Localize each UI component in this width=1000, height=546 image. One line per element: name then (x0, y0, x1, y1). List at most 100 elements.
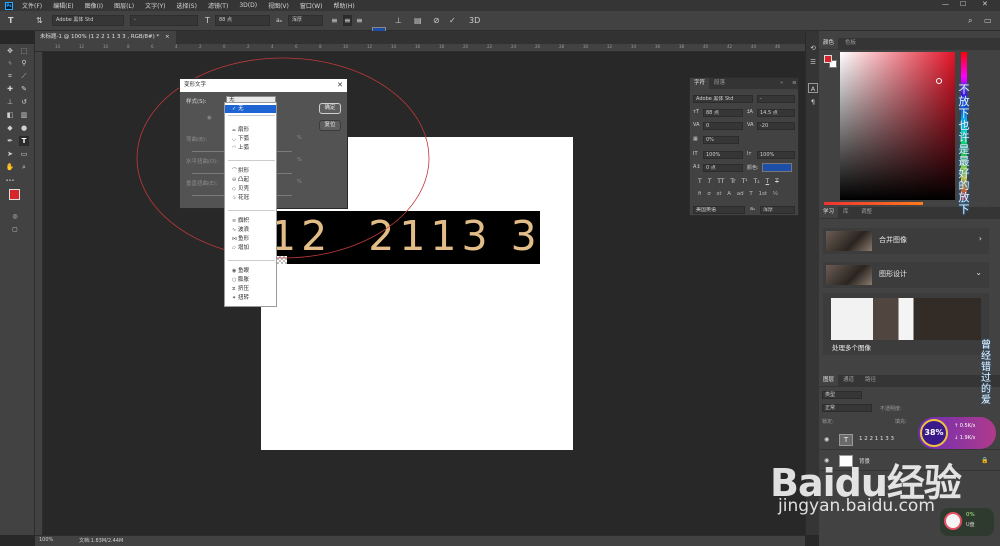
font-family-field[interactable]: Adobe 黑体 Std (693, 95, 753, 103)
vertical-scale-field[interactable]: 100% (703, 151, 743, 159)
brush-tool-icon[interactable]: ✎ (19, 84, 29, 94)
close-window-button[interactable]: ✕ (982, 0, 988, 8)
learn-card-graphic-design[interactable]: 图形设计 ⌄ (823, 262, 989, 288)
3d-icon[interactable]: 3D (469, 15, 480, 26)
blur-tool-icon[interactable]: ◆ (5, 123, 15, 133)
menu-image[interactable]: 图像(I) (85, 1, 103, 10)
learn-card-merge-images[interactable]: 合并图像 › (823, 228, 989, 254)
baseline-field[interactable]: 0 点 (703, 164, 743, 172)
warp-text-icon[interactable]: ⊥ (395, 15, 402, 26)
maximize-button[interactable]: ☐ (960, 0, 966, 8)
kerning-field[interactable]: 0 (703, 122, 743, 130)
close-tab-icon[interactable]: × (165, 34, 170, 40)
menu-view[interactable]: 视图(V) (268, 1, 289, 10)
align-left-icon[interactable]: ≡ (331, 15, 338, 26)
tab-channels[interactable]: 通道 (839, 375, 858, 386)
style-option-fish[interactable]: ⋈鱼形 (225, 235, 276, 243)
style-option-arc[interactable]: ⌓ 扇形 (225, 126, 276, 134)
network-speed-widget[interactable]: 38% ↑ 0.5K/s ↓ 1.9K/s (918, 417, 996, 449)
language-select[interactable]: 美国英语 (693, 206, 745, 214)
font-size-select[interactable]: 88 点 (215, 15, 270, 26)
font-style-field[interactable]: - (757, 95, 795, 103)
style-option-rise[interactable]: ▱ 增加 (225, 244, 276, 252)
foreground-color-swatch[interactable] (9, 189, 20, 200)
style-option-arch[interactable]: ⌒拱形 (225, 167, 276, 175)
gradient-tool-icon[interactable]: ▥ (19, 110, 29, 120)
collapse-icon[interactable]: » (776, 78, 787, 89)
menu-3d[interactable]: 3D(D) (239, 2, 257, 9)
style-option-bulge[interactable]: ⊖ 凸起 (225, 176, 276, 184)
menu-filter[interactable]: 滤镜(T) (208, 1, 228, 10)
horizontal-scale-field[interactable]: 100% (757, 151, 795, 159)
foreground-color-chip[interactable] (824, 55, 832, 63)
tsume-field[interactable]: 0% (703, 136, 739, 144)
eyedropper-tool-icon[interactable]: ⟋ (19, 71, 29, 81)
tab-libraries[interactable]: 库 (839, 207, 853, 218)
close-icon[interactable]: ✕ (337, 79, 343, 92)
workspace-icon[interactable]: ▭ (984, 15, 992, 26)
healing-brush-tool-icon[interactable]: ✚ (5, 84, 15, 94)
eye-icon[interactable]: ◉ (824, 436, 829, 443)
move-tool-icon[interactable]: ✥ (5, 46, 15, 56)
tab-paragraph[interactable]: 段落 (710, 78, 729, 89)
style-option-fisheye[interactable]: ◉ 鱼眼 (225, 267, 276, 275)
font-size-field[interactable]: 88 点 (703, 109, 743, 117)
font-style-select[interactable]: - (130, 15, 198, 26)
menu-type[interactable]: 文字(Y) (145, 1, 165, 10)
style-option-twist[interactable]: ✦ 扭转 (225, 294, 276, 302)
menu-help[interactable]: 帮助(H) (334, 1, 355, 10)
character-color-swatch[interactable] (762, 163, 792, 172)
cancel-icon[interactable]: ⊘ (433, 15, 440, 26)
search-icon[interactable]: ⌕ (968, 15, 972, 26)
faux-styles-row[interactable]: T T TT Tr T¹ T₁ T T (698, 178, 796, 185)
style-option-wave[interactable]: ∿ 波浪 (225, 226, 276, 234)
antialias-field[interactable]: 浑厚 (760, 206, 795, 214)
tab-color[interactable]: 颜色 (819, 38, 839, 49)
antialias-select[interactable]: 浑厚 (288, 15, 323, 26)
history-brush-tool-icon[interactable]: ↺ (19, 97, 29, 107)
type-tool-icon[interactable]: T (19, 136, 29, 146)
stamp-tool-icon[interactable]: ⊥ (5, 97, 15, 107)
menu-file[interactable]: 文件(F) (22, 1, 42, 10)
tab-layers[interactable]: 图层 (819, 375, 839, 386)
commit-check-icon[interactable]: ✓ (449, 15, 456, 26)
color-field[interactable] (840, 52, 955, 200)
paragraph-icon[interactable]: ¶ (808, 97, 818, 107)
tracking-field[interactable]: -20 (757, 122, 795, 130)
character-icon[interactable]: A (808, 83, 818, 93)
eraser-tool-icon[interactable]: ◧ (5, 110, 15, 120)
zoom-tool-icon[interactable]: ⌕ (19, 162, 29, 172)
style-option-squeeze[interactable]: ⧖ 挤压 (225, 285, 276, 293)
rectangle-tool-icon[interactable]: ▭ (19, 149, 29, 159)
text-orientation-icon[interactable]: ⇅ (36, 15, 43, 26)
learn-card-multiple-images[interactable]: 处理多个图像 (823, 293, 989, 355)
menu-edit[interactable]: 编辑(E) (53, 1, 73, 10)
crop-tool-icon[interactable]: ⌗ (5, 71, 15, 81)
style-option-inflate[interactable]: ○ 膨胀 (225, 276, 276, 284)
type-tool-icon[interactable]: T (8, 15, 13, 26)
menu-select[interactable]: 选择(S) (176, 1, 197, 10)
tab-paths[interactable]: 路径 (861, 375, 880, 386)
color-picker-cursor[interactable] (936, 78, 942, 84)
hand-tool-icon[interactable]: ✋ (5, 162, 15, 172)
quick-mask-icon[interactable]: ◎ (10, 212, 20, 222)
style-option-arc-upper[interactable]: ◠ 上弧 (225, 144, 276, 152)
path-selection-tool-icon[interactable]: ➤ (5, 149, 15, 159)
menu-window[interactable]: 窗口(W) (300, 1, 323, 10)
history-icon[interactable]: ⟲ (808, 43, 818, 53)
usb-widget[interactable]: 0% U盘 (940, 508, 994, 536)
tab-swatches[interactable]: 色板 (841, 38, 860, 49)
document-tab[interactable]: 未标题-1 @ 100% (1 2 2 1 1 3 3 , RGB/8#) * … (35, 31, 176, 44)
blend-mode-select[interactable]: 正常 (822, 404, 872, 412)
horizontal-radio[interactable]: ◉ (207, 115, 212, 121)
tab-adjustments[interactable]: 调整 (857, 207, 876, 218)
style-option-shell[interactable]: ◇ 贝壳 (225, 185, 276, 193)
align-center-icon[interactable]: ≡ (343, 15, 352, 26)
panel-menu-icon[interactable]: ≡ (788, 78, 801, 89)
pen-tool-icon[interactable]: ✒ (5, 136, 15, 146)
screen-mode-icon[interactable]: ▢ (10, 225, 20, 235)
more-tools-icon[interactable]: ••• (5, 176, 15, 186)
character-panel-icon[interactable]: ▤ (414, 15, 422, 26)
style-option-arc-lower[interactable]: ◡ 下弧 (225, 135, 276, 143)
properties-icon[interactable]: ☰ (808, 57, 818, 67)
